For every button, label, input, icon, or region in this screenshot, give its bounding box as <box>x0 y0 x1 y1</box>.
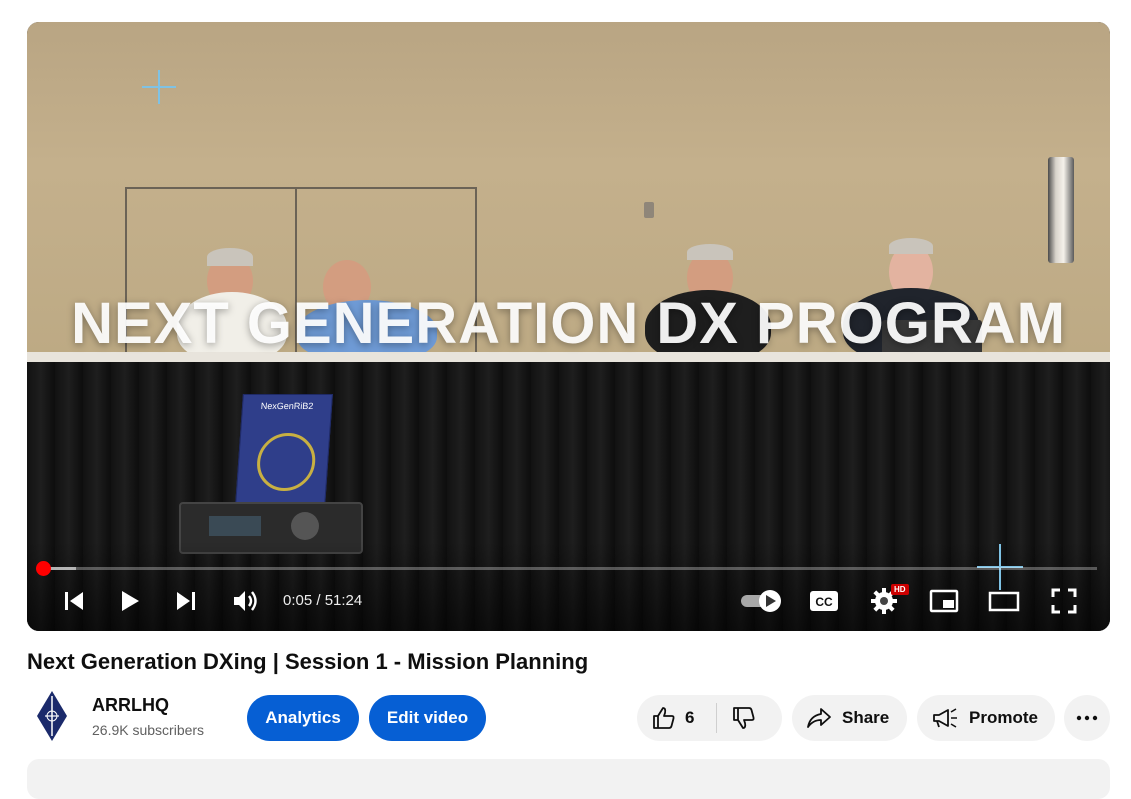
promote-button[interactable]: Promote <box>917 695 1055 741</box>
wall-sconce <box>1048 157 1074 263</box>
time-display: 0:05 / 51:24 <box>283 592 363 609</box>
channel-avatar[interactable] <box>36 690 68 742</box>
hd-badge: HD <box>891 584 909 595</box>
next-icon <box>177 592 195 610</box>
analytics-button[interactable]: Analytics <box>247 695 359 741</box>
like-count: 6 <box>685 708 695 727</box>
next-button[interactable] <box>171 584 201 618</box>
share-icon <box>807 708 831 728</box>
previous-icon <box>65 592 83 610</box>
volume-button[interactable] <box>229 584 263 618</box>
edit-video-button[interactable]: Edit video <box>369 695 486 741</box>
video-player[interactable]: NexGenRiB2 NEXT GENERATION DX PROGRAM 0:… <box>27 22 1110 631</box>
captions-text: CC <box>815 595 833 609</box>
person-4-hair <box>889 238 933 254</box>
fullscreen-button[interactable] <box>1047 584 1081 618</box>
like-dislike-group: 6 <box>637 695 782 741</box>
more-actions-button[interactable] <box>1064 695 1110 741</box>
captions-icon: CC <box>810 591 838 611</box>
promote-icon <box>933 708 957 728</box>
theater-icon <box>988 591 1020 612</box>
wall-outlet <box>644 202 654 218</box>
arrl-logo-icon <box>37 691 67 741</box>
radio-knob <box>291 512 319 540</box>
description-box[interactable] <box>27 759 1110 799</box>
like-button[interactable]: 6 <box>651 705 694 731</box>
theater-button[interactable] <box>987 584 1021 618</box>
more-icon <box>1076 715 1098 721</box>
person-3-hair <box>687 244 733 260</box>
play-icon <box>122 591 139 611</box>
dislike-icon <box>733 707 755 729</box>
like-divider <box>716 703 718 733</box>
previous-button[interactable] <box>59 584 89 618</box>
share-button[interactable]: Share <box>792 695 907 741</box>
radio-screen <box>209 516 261 536</box>
dislike-button[interactable] <box>731 705 757 731</box>
fullscreen-icon <box>1051 588 1077 614</box>
subscriber-count: 26.9K subscribers <box>92 722 205 738</box>
promote-label: Promote <box>969 708 1038 727</box>
miniplayer-button[interactable] <box>927 584 961 618</box>
progress-scrubber[interactable] <box>36 561 51 576</box>
volume-icon <box>234 591 257 611</box>
video-overlay-title: NEXT GENERATION DX PROGRAM <box>71 291 1066 356</box>
sign-text: NexGenRiB2 <box>260 401 314 411</box>
channel-name[interactable]: ARRLHQ <box>92 695 169 716</box>
like-icon <box>653 707 675 729</box>
crosshair-marker-top <box>142 70 176 104</box>
autoplay-toggle[interactable] <box>738 584 786 618</box>
progress-bar[interactable] <box>40 567 1097 570</box>
captions-button[interactable]: CC <box>807 584 841 618</box>
person-1-hair <box>207 248 253 266</box>
miniplayer-icon <box>929 589 959 613</box>
sign-emblem <box>255 433 318 491</box>
video-frame: NexGenRiB2 NEXT GENERATION DX PROGRAM <box>27 22 1110 631</box>
play-button[interactable] <box>115 584 145 618</box>
autoplay-toggle-icon <box>741 590 781 612</box>
nexgen-sign: NexGenRiB2 <box>235 394 333 506</box>
share-label: Share <box>842 708 890 727</box>
video-title: Next Generation DXing | Session 1 - Miss… <box>27 649 589 674</box>
